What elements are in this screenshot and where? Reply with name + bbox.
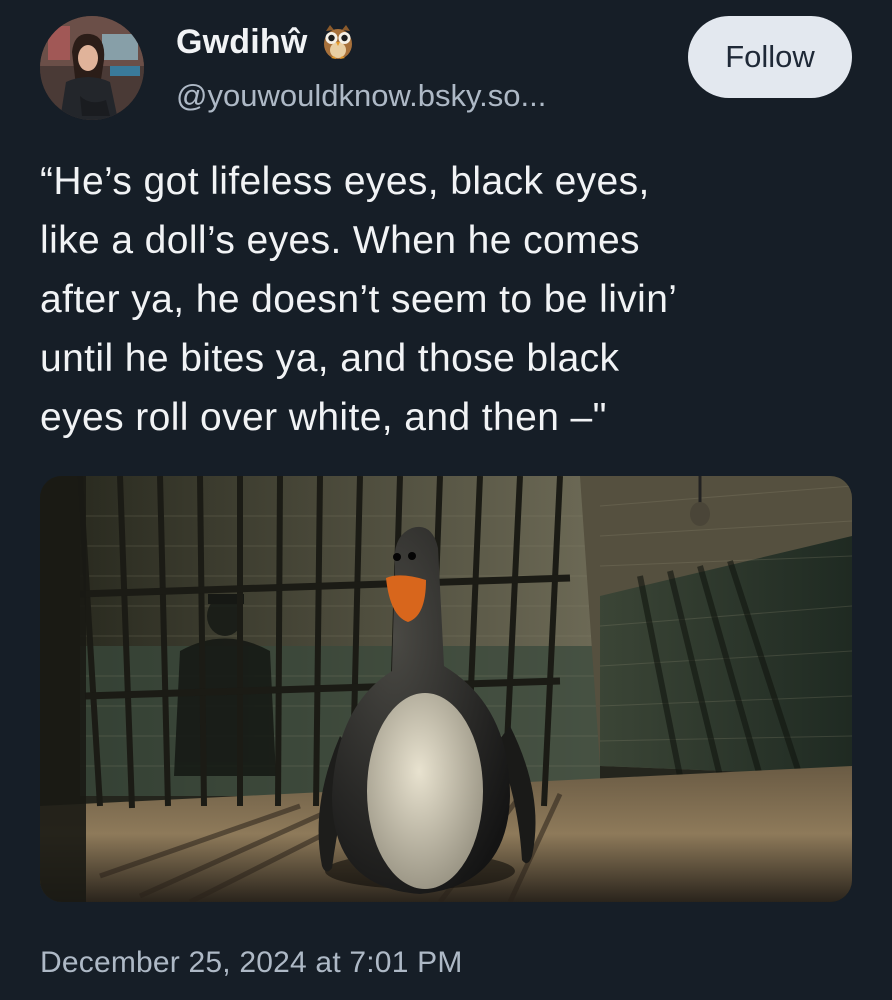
post-image[interactable] — [40, 476, 852, 902]
penguin-prison-illustration — [40, 476, 852, 902]
author-avatar[interactable] — [40, 16, 144, 120]
post: Gwdihŵ @youwouldknow.bsky.so... Follow “… — [0, 0, 892, 1000]
avatar-image — [40, 16, 144, 120]
author-display-name[interactable]: Gwdihŵ — [176, 23, 308, 62]
author-name-row: Gwdihŵ — [176, 20, 356, 64]
author-handle[interactable]: @youwouldknow.bsky.so... — [176, 78, 546, 114]
post-text: “He’s got lifeless eyes, black eyes, lik… — [40, 160, 678, 439]
follow-button[interactable]: Follow — [688, 16, 852, 98]
owl-emoji-icon — [320, 23, 356, 61]
post-timestamp[interactable]: December 25, 2024 at 7:01 PM — [40, 946, 463, 980]
